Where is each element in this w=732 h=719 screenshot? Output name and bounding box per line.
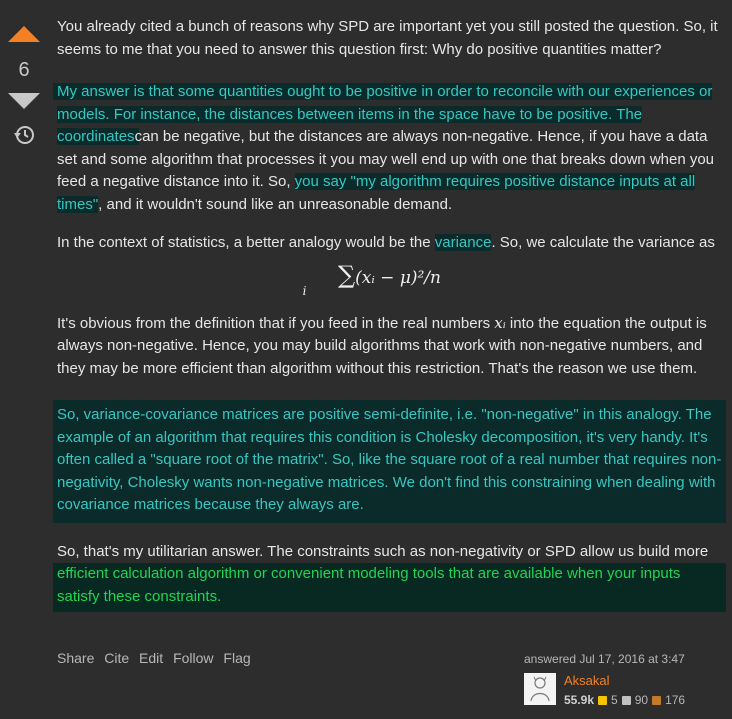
follow-link[interactable]: Follow — [173, 650, 213, 666]
answer-body: You already cited a bunch of reasons why… — [53, 0, 726, 612]
paragraph-5: So, variance-covariance matrices are pos… — [53, 400, 726, 523]
paragraph-3-text-b: . So, we calculate the variance as — [491, 234, 715, 251]
downvote-icon[interactable] — [8, 93, 40, 109]
silver-badge-count: 90 — [634, 693, 649, 707]
highlight-conclusion: efficient calculation algorithm or conve… — [53, 563, 726, 612]
user-card: answered Jul 17, 2016 at 3:47 Aksakal 55… — [524, 652, 724, 707]
variance-link[interactable]: variance — [434, 234, 492, 251]
paragraph-3-text-a: In the context of statistics, a better a… — [57, 234, 435, 251]
paragraph-1: You already cited a bunch of reasons why… — [57, 18, 718, 58]
flag-link[interactable]: Flag — [223, 650, 250, 666]
bronze-badge-icon — [652, 695, 662, 705]
reputation-score: 55.9k — [564, 693, 595, 707]
paragraph-6: So, that's my utilitarian answer. The co… — [53, 541, 726, 612]
history-icon[interactable] — [13, 124, 35, 146]
upvote-icon[interactable] — [8, 26, 40, 42]
gold-badge-count: 5 — [611, 693, 618, 707]
avatar-figure-icon — [530, 676, 550, 702]
paragraph-6-text-a: So, that's my utilitarian answer. The co… — [57, 542, 709, 560]
cite-link[interactable]: Cite — [104, 650, 129, 666]
edit-link[interactable]: Edit — [139, 650, 163, 666]
variance-formula: ∑(xᵢ − μ)²/n i — [57, 261, 722, 298]
silver-badge-icon — [621, 695, 631, 705]
share-link[interactable]: Share — [57, 650, 94, 666]
reputation-badges: 55.9k 5 90 176 — [564, 693, 685, 707]
paragraph-2: My answer is that some quantities ought … — [53, 81, 722, 216]
vote-count: 6 — [18, 59, 30, 81]
answered-time: answered Jul 17, 2016 at 3:47 — [524, 652, 685, 666]
user-details: Aksakal 55.9k 5 90 176 — [564, 673, 685, 707]
paragraph-3: In the context of statistics, a better a… — [57, 232, 722, 255]
post-actions: Share Cite Edit Follow Flag — [57, 650, 257, 666]
paragraph-2-text-b: , and it wouldn't sound like an unreason… — [98, 195, 453, 213]
user-row: Aksakal 55.9k 5 90 176 — [524, 673, 724, 707]
gold-badge-icon — [598, 695, 608, 705]
username-link[interactable]: Aksakal — [564, 673, 685, 689]
paragraph-4-text-a: It's obvious from the definition that if… — [57, 314, 495, 332]
formula-body: (xᵢ − μ)²/n — [355, 267, 441, 288]
bronze-badge-count: 176 — [665, 693, 686, 707]
inline-math-xi: xᵢ — [494, 313, 506, 332]
avatar[interactable] — [524, 673, 556, 705]
paragraph-4: It's obvious from the definition that if… — [57, 312, 722, 381]
vote-cell: 6 — [0, 0, 48, 146]
sigma-symbol: ∑ — [337, 260, 356, 289]
